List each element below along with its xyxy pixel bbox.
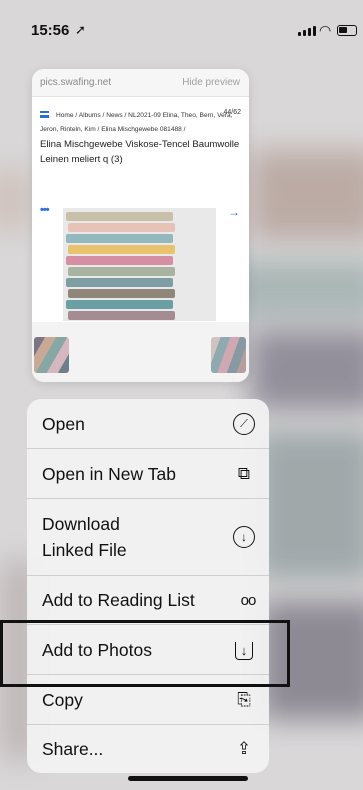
fabric-layer <box>66 234 173 243</box>
fabric-layer <box>68 223 175 232</box>
menu-item-download-linked-file[interactable]: Download Linked File ↓ <box>27 499 269 576</box>
page-title: Elina Mischgewebe Viskose-Tencel Baumwol… <box>40 139 240 165</box>
menu-item-open[interactable]: Open ⟋ <box>27 399 269 449</box>
home-indicator[interactable] <box>128 776 248 781</box>
location-icon: ➚ <box>75 22 86 37</box>
fabric-layer <box>66 300 173 309</box>
menu-item-share[interactable]: Share... ⇪ <box>27 725 269 773</box>
menu-item-add-reading-list[interactable]: Add to Reading List oo <box>27 576 269 625</box>
fabric-layer <box>68 289 175 298</box>
preview-header: pics.swafing.net Hide preview <box>32 69 249 97</box>
fabric-photo <box>63 208 216 321</box>
menu-item-label: Download <box>42 514 120 534</box>
image-counter: 44/62 <box>223 109 241 116</box>
download-circle-icon: ↓ <box>233 526 255 548</box>
fabric-layer <box>66 278 173 287</box>
share-icon: ⇪ <box>236 739 252 758</box>
highlight-box <box>0 620 290 687</box>
context-menu: Open ⟋ Open in New Tab ⧉ Download Linked… <box>27 399 269 773</box>
wifi-icon: ◠ <box>319 22 332 38</box>
breadcrumb: Home / Albums / News / NL2021-09 Elina, … <box>40 112 233 133</box>
plus-square-icon: ⧉ <box>237 464 251 483</box>
menu-item-label: Open in New Tab <box>42 464 176 484</box>
link-preview[interactable]: pics.swafing.net Hide preview Home / Alb… <box>32 69 249 382</box>
thumbnail-left <box>34 337 69 373</box>
menu-item-label: Copy <box>42 690 83 710</box>
menu-item-label: Open <box>42 414 85 434</box>
signal-icon <box>298 26 316 36</box>
menu-item-label: Linked File <box>42 540 127 560</box>
fabric-layer <box>66 256 173 265</box>
glasses-icon: oo <box>240 591 257 609</box>
battery-icon <box>337 25 357 36</box>
arrow-right-icon: → <box>228 205 240 219</box>
menu-item-label: Add to Reading List <box>42 590 195 610</box>
preview-domain: pics.swafing.net <box>40 77 112 88</box>
compass-icon: ⟋ <box>233 413 255 435</box>
menu-item-open-new-tab[interactable]: Open in New Tab ⧉ <box>27 449 269 499</box>
hide-preview-button[interactable]: Hide preview <box>182 77 240 88</box>
thumbnail-right <box>211 337 246 373</box>
clock: 15:56 <box>31 22 70 39</box>
menu-item-label: Share... <box>42 739 104 759</box>
more-dots-icon: ••• <box>40 204 50 216</box>
fabric-layer <box>66 212 173 221</box>
fabric-layer <box>68 267 175 276</box>
status-bar: 15:56 ➚ ◠ <box>0 0 363 60</box>
copy-icon: ⎘ <box>237 690 251 709</box>
fabric-layer <box>68 245 175 254</box>
fabric-layer <box>68 311 175 320</box>
